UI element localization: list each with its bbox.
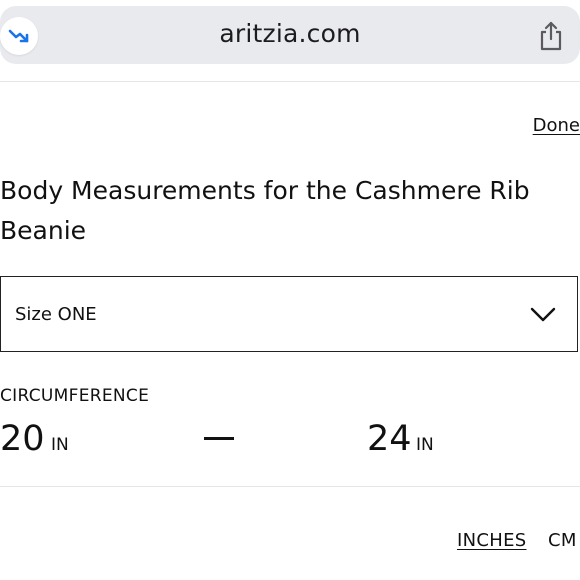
divider bbox=[0, 81, 580, 82]
page-title: Body Measurements for the Cashmere Rib B… bbox=[0, 176, 530, 245]
unit-toggle-inches[interactable]: INCHES bbox=[457, 530, 526, 551]
share-icon[interactable] bbox=[536, 20, 566, 52]
measurement-min-unit: IN bbox=[51, 435, 69, 455]
size-select[interactable]: Size ONE bbox=[0, 276, 578, 352]
measurement-max-unit: IN bbox=[416, 435, 434, 455]
page: aritzia.com Done Body Measurements for t… bbox=[0, 0, 580, 580]
measurement-max-value: 24 bbox=[367, 419, 412, 459]
size-select-value: Size ONE bbox=[15, 303, 97, 325]
url-text[interactable]: aritzia.com bbox=[0, 19, 580, 48]
done-button[interactable]: Done bbox=[533, 115, 580, 136]
divider bbox=[0, 486, 580, 487]
measurement-min-value: 20 bbox=[0, 419, 45, 459]
unit-toggle-cm[interactable]: CM bbox=[548, 530, 577, 551]
measurement-label: CIRCUMFERENCE bbox=[0, 386, 150, 406]
range-dash bbox=[204, 437, 234, 440]
chevron-down-icon bbox=[530, 307, 556, 322]
browser-url-bar[interactable]: aritzia.com bbox=[0, 6, 580, 64]
